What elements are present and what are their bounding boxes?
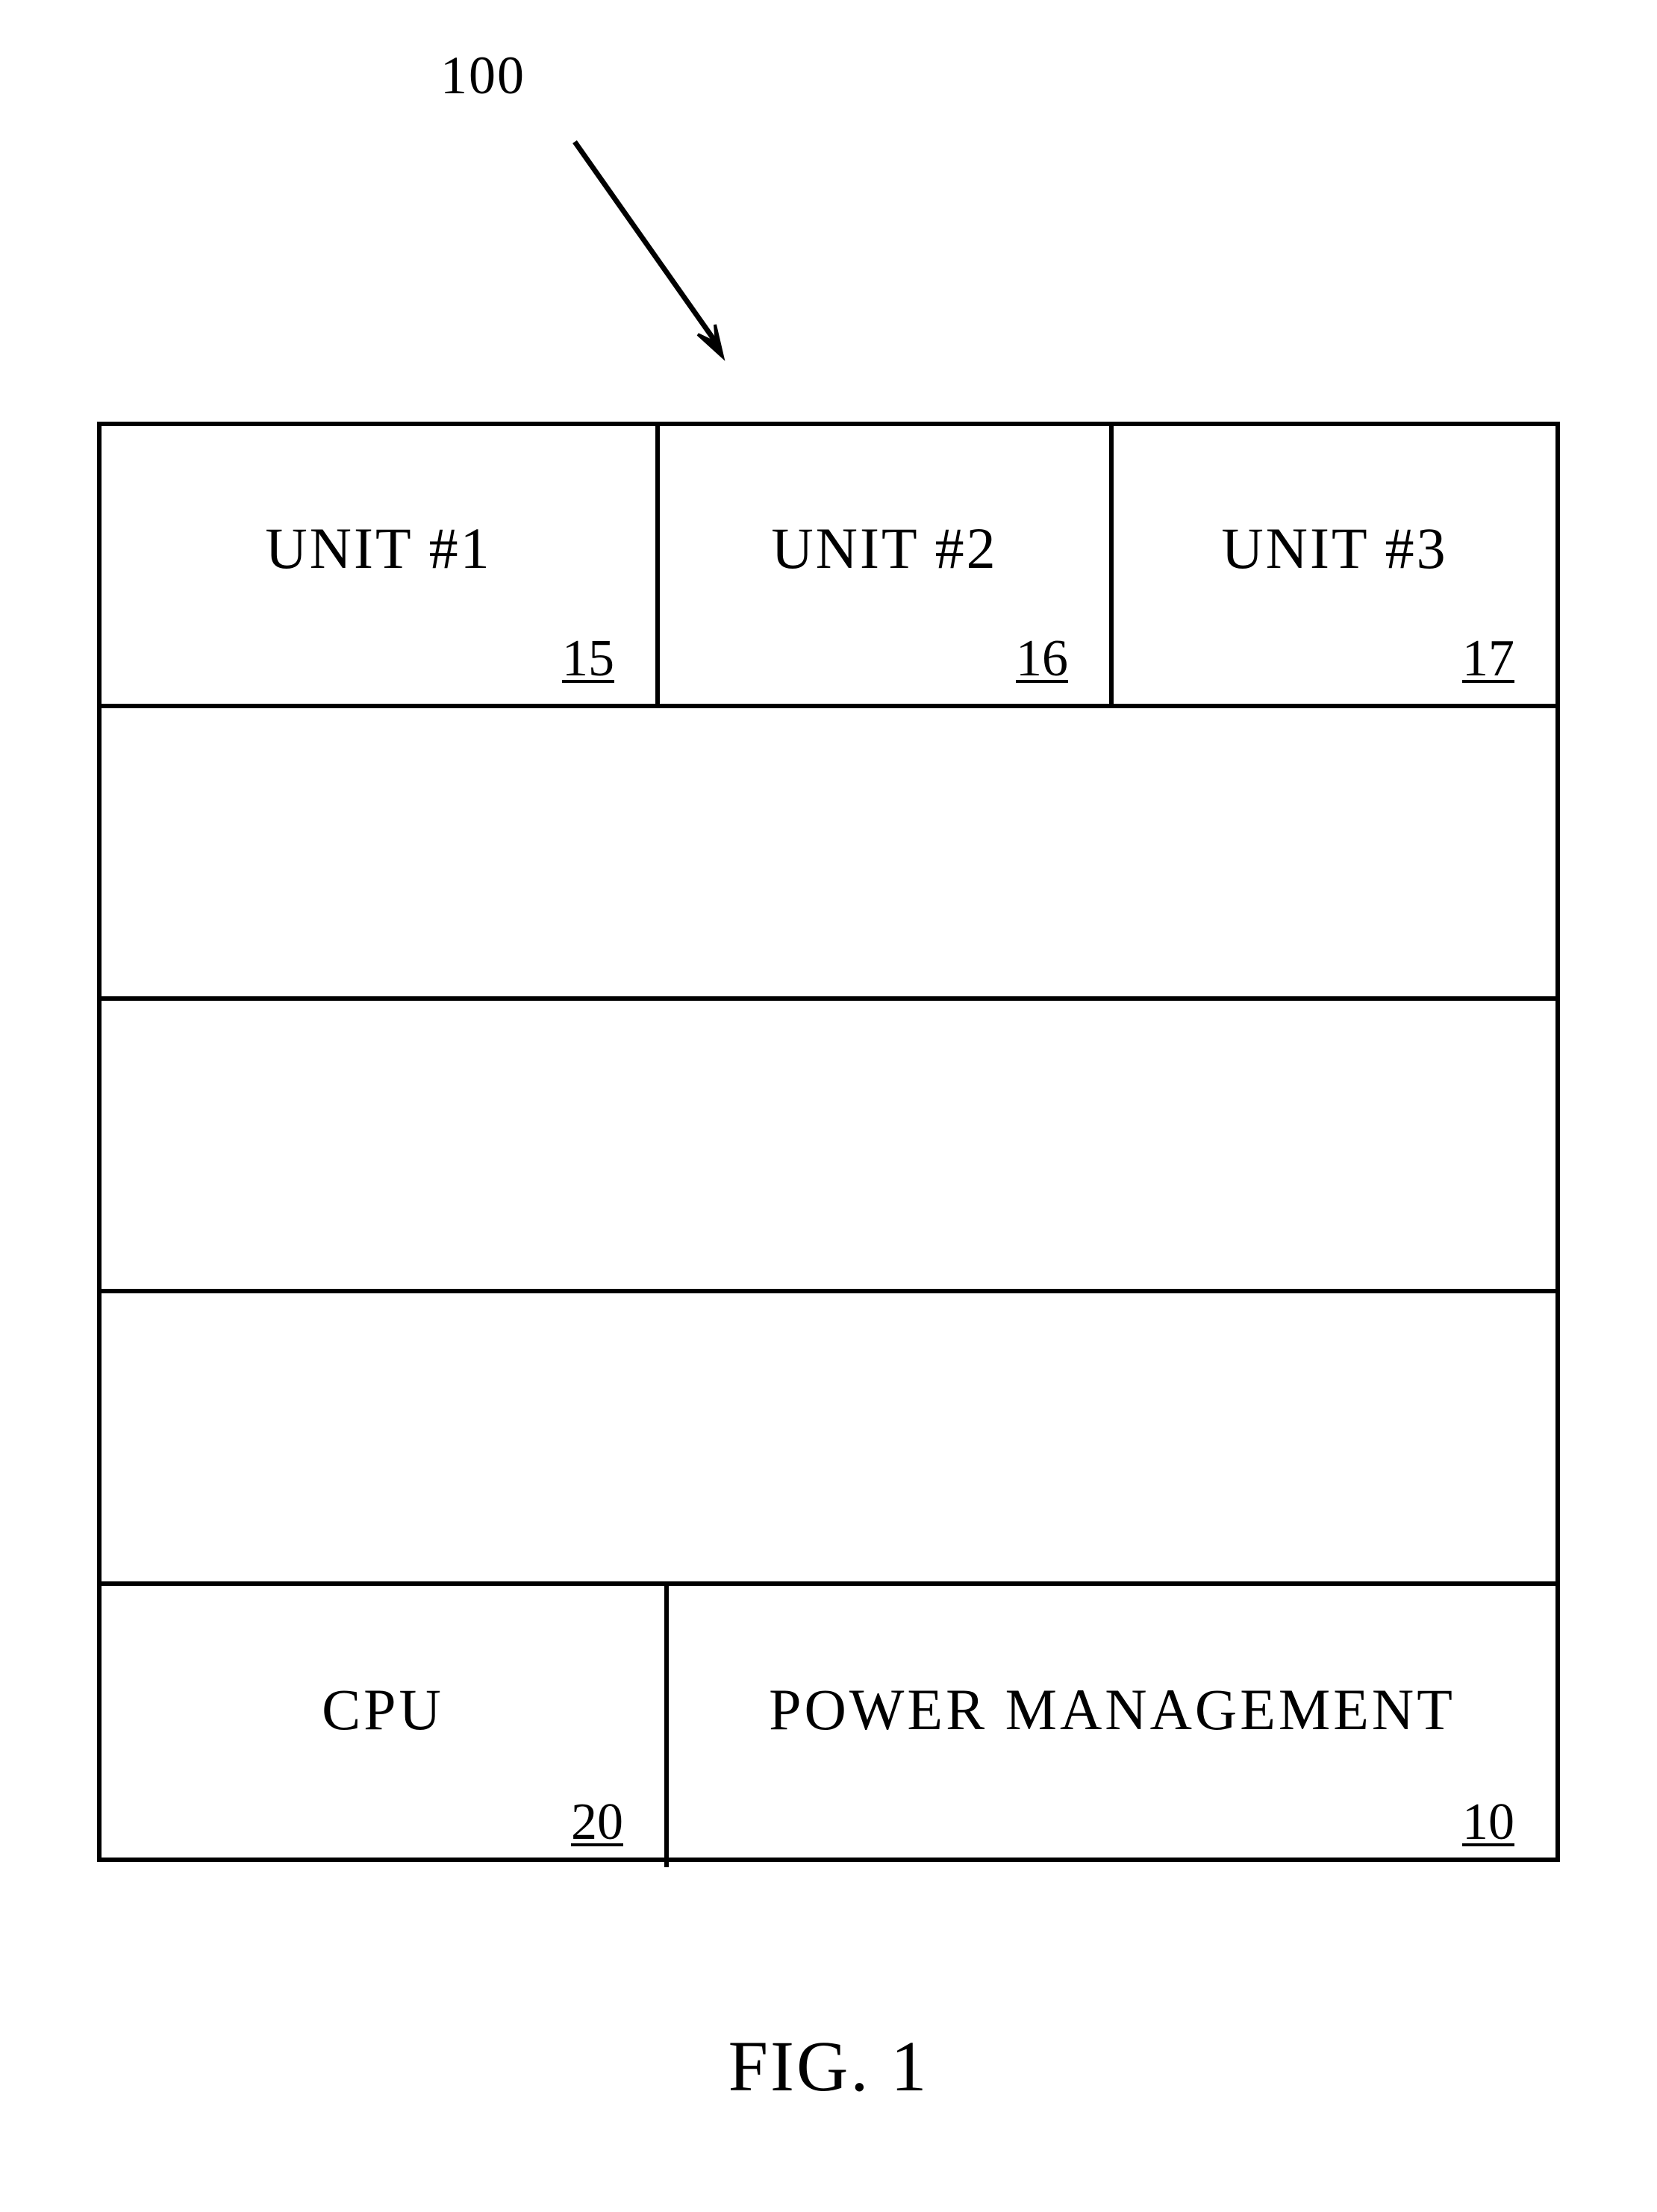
pointer-arrow-icon [545, 127, 769, 388]
unit-1-ref: 15 [562, 629, 614, 689]
unit-1-label: UNIT #1 [265, 515, 491, 582]
unit-2-block: UNIT #2 16 [660, 426, 1114, 704]
unit-1-block: UNIT #1 15 [102, 426, 660, 704]
middle-row-1 [102, 708, 1555, 1001]
cpu-label: CPU [322, 1676, 444, 1743]
system-block-diagram: UNIT #1 15 UNIT #2 16 UNIT #3 17 CPU 20 … [97, 422, 1560, 1862]
power-management-label: POWER MANAGEMENT [769, 1676, 1455, 1743]
unit-3-label: UNIT #3 [1221, 515, 1447, 582]
unit-2-label: UNIT #2 [771, 515, 997, 582]
cpu-block: CPU 20 [102, 1586, 669, 1867]
figure-label: FIG. 1 [0, 2025, 1657, 2108]
power-management-ref: 10 [1462, 1793, 1514, 1852]
power-management-block: POWER MANAGEMENT 10 [669, 1586, 1555, 1867]
diagram-reference-number: 100 [440, 45, 525, 107]
middle-row-2 [102, 1001, 1555, 1293]
cpu-ref: 20 [571, 1793, 623, 1852]
middle-row-3 [102, 1293, 1555, 1586]
bottom-row: CPU 20 POWER MANAGEMENT 10 [102, 1586, 1555, 1867]
unit-3-block: UNIT #3 17 [1114, 426, 1555, 704]
unit-3-ref: 17 [1462, 629, 1514, 689]
unit-2-ref: 16 [1016, 629, 1068, 689]
top-units-row: UNIT #1 15 UNIT #2 16 UNIT #3 17 [102, 426, 1555, 708]
